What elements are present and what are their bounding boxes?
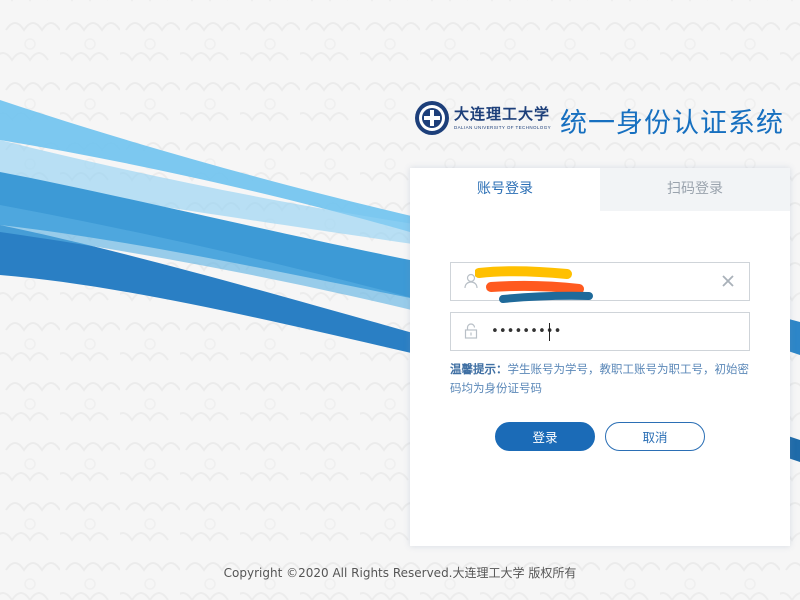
hint-label: 温馨提示：: [450, 362, 508, 376]
login-hint: 温馨提示：学生账号为学号，教职工账号为职工号，初始密码均为身份证号码: [450, 360, 754, 398]
university-seal-icon: [415, 101, 449, 135]
password-field[interactable]: [450, 312, 750, 351]
cancel-button[interactable]: 取消: [605, 422, 705, 451]
university-name-english: DALIAN UNIVERSITY OF TECHNOLOGY: [454, 125, 552, 130]
university-logo: 大连理工大学 DALIAN UNIVERSITY OF TECHNOLOGY: [414, 100, 551, 138]
password-input[interactable]: [491, 317, 711, 346]
copyright-footer: Copyright ©2020 All Rights Reserved.大连理工…: [223, 566, 577, 580]
tab-account-login[interactable]: 账号登录: [410, 168, 600, 211]
clear-icon[interactable]: [721, 274, 735, 288]
lock-icon: [464, 323, 478, 339]
username-field[interactable]: [450, 262, 750, 303]
username-redaction: [475, 266, 593, 303]
university-name: 大连理工大学: [454, 105, 551, 123]
text-cursor: [549, 323, 550, 341]
system-title: 统一身份认证系统: [560, 108, 784, 139]
login-panel: 账号登录 扫码登录 温馨提示：学生账号为学号，教职工账号为职工号，初始密码均为身…: [410, 168, 790, 546]
tab-qrcode-login[interactable]: 扫码登录: [600, 168, 790, 211]
login-button[interactable]: 登录: [495, 422, 595, 451]
